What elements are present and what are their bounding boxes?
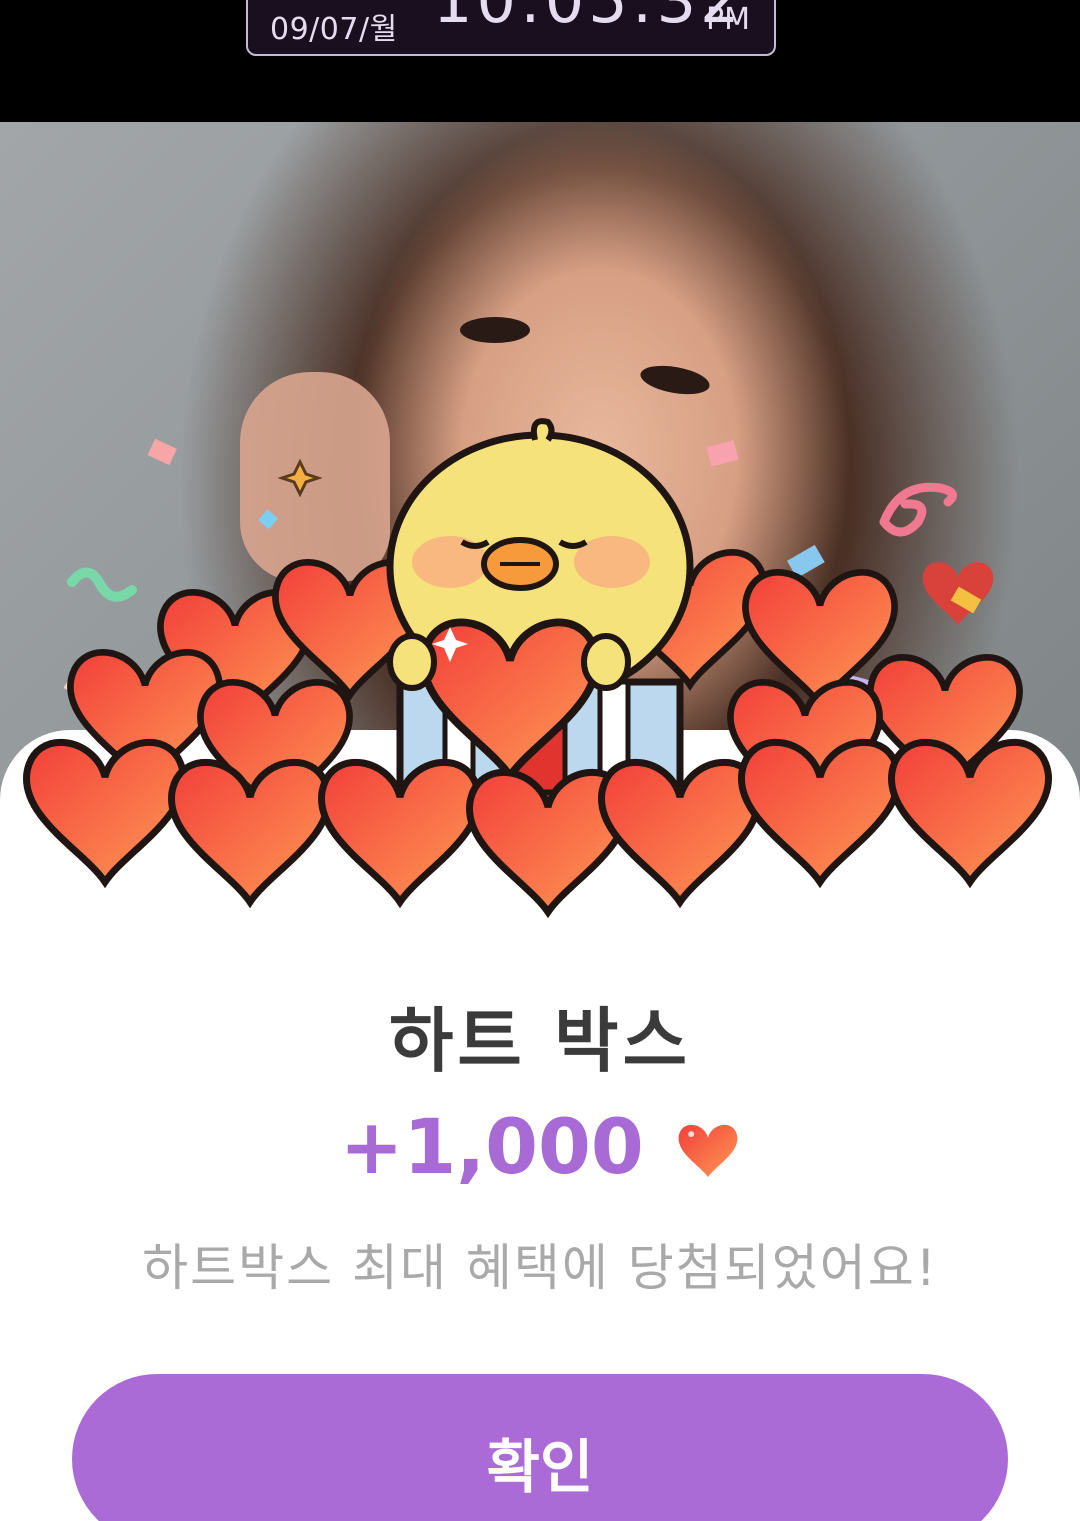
heart-box-illustration <box>0 418 1080 922</box>
clock-time: 10:05:32 <box>433 0 744 37</box>
clock-widget: 09/07/월 10:05:32 PM <box>246 0 776 56</box>
confirm-button[interactable]: 확인 <box>72 1374 1008 1521</box>
reward-amount-row: +1,000 <box>0 1102 1080 1197</box>
reward-message: 하트박스 최대 혜택에 당첨되었어요! <box>142 1239 938 1297</box>
screen: 09/07/월 10:05:32 PM 하트 박스 +1,000 하트박스 최대… <box>0 0 1080 1521</box>
heart-icon <box>676 1108 740 1197</box>
clock-ampm: PM <box>706 2 750 37</box>
top-status-bar: 09/07/월 10:05:32 PM <box>0 0 1080 122</box>
confirm-button-label: 확인 <box>486 1433 594 1501</box>
reward-title: 하트 박스 <box>389 1000 691 1082</box>
clock-date: 09/07/월 <box>270 12 398 47</box>
reward-amount: +1,000 <box>339 1102 644 1191</box>
